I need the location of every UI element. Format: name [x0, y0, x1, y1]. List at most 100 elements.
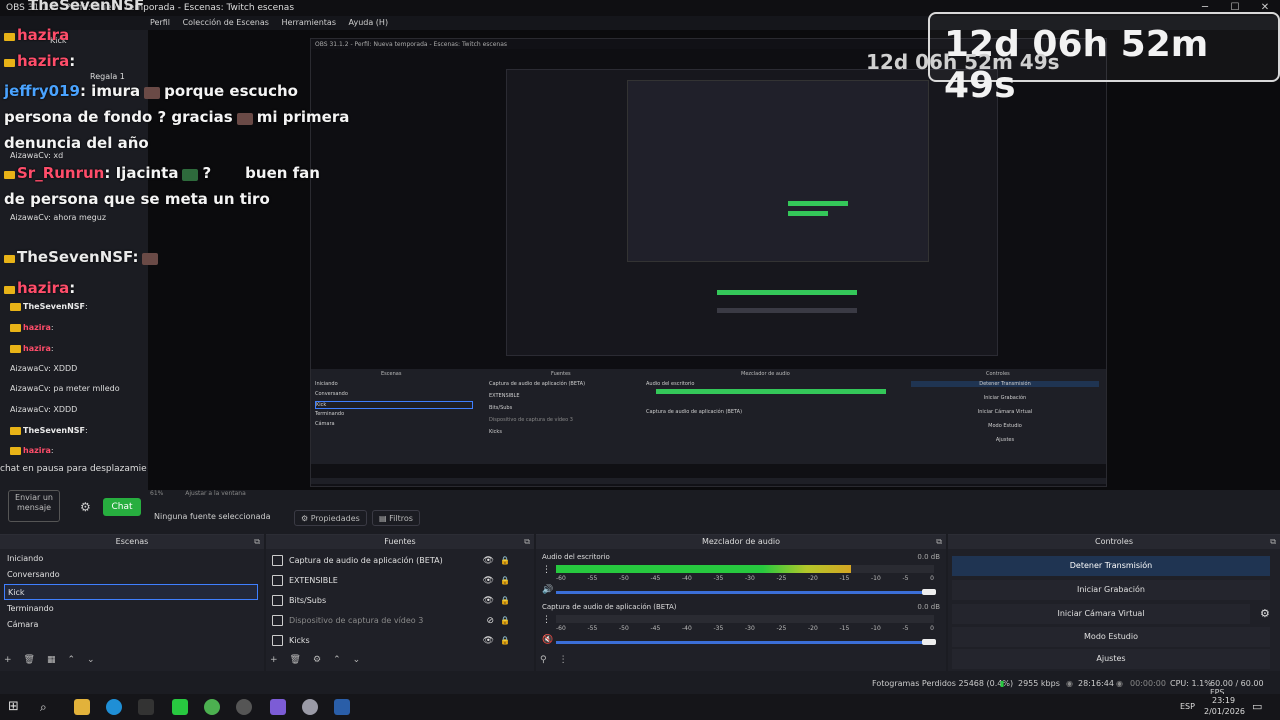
volume-slider-knob[interactable]: [922, 589, 936, 595]
nested-sources-title: Fuentes: [551, 371, 571, 377]
edge-icon[interactable]: [106, 699, 122, 715]
start-recording-button[interactable]: Iniciar Grabación: [952, 580, 1270, 600]
lock-icon[interactable]: 🔒: [500, 631, 510, 651]
mini-meter: [717, 308, 857, 313]
mixer-options-icon[interactable]: ⋮: [542, 565, 551, 575]
settings-button[interactable]: Ajustes: [952, 649, 1270, 669]
menu-item[interactable]: Ayuda (H): [349, 18, 389, 27]
gear-icon: ⚙: [301, 514, 311, 523]
undock-icon[interactable]: ⧉: [524, 535, 530, 549]
chat-gift: Regala 1: [90, 72, 125, 81]
signal-icon: ▮: [1000, 679, 1005, 688]
undock-icon[interactable]: ⧉: [1270, 535, 1276, 549]
scene-item-selected[interactable]: Kick: [4, 584, 258, 600]
eye-icon[interactable]: 👁: [483, 551, 494, 571]
nested-control: Ajustes: [995, 437, 1015, 443]
controls-dock: Controles ⧉ Detener Transmisión Iniciar G…: [948, 534, 1280, 671]
gear-icon[interactable]: ⚙: [313, 655, 321, 669]
nested-taskbar: [311, 464, 1106, 478]
volume-slider[interactable]: [556, 639, 936, 645]
chat-message-input[interactable]: Enviar un mensaje: [8, 490, 60, 522]
chat-small-line: TheSevenNSF:: [10, 302, 88, 311]
meter-scale: -60 -55 -50 -45 -40 -35 -30 -25 -20 -15 -10 -5 0: [556, 625, 934, 633]
filter-icon[interactable]: ▦: [47, 655, 56, 669]
windows-start-icon[interactable]: ⊞: [8, 699, 24, 715]
mixer-channel-label: Captura de audio de aplicación (BETA): [542, 603, 677, 611]
eye-icon[interactable]: 👁: [483, 571, 494, 591]
source-item[interactable]: Kicks 👁 🔒: [272, 631, 522, 651]
link-icon[interactable]: ⚲: [540, 655, 547, 669]
trash-icon[interactable]: 🗑: [24, 655, 35, 669]
controls-dock-header: Controles ⧉: [948, 535, 1280, 549]
emote-icon: [236, 113, 253, 125]
lock-icon[interactable]: 🔒: [500, 591, 510, 611]
language-indicator[interactable]: ESP: [1180, 702, 1195, 711]
chevron-down-icon[interactable]: ⌄: [353, 655, 361, 669]
live-time: 28:16:44: [1078, 679, 1114, 688]
sources-toolbar: + 🗑 ⚙ ⌃ ⌄: [270, 655, 360, 669]
chat-settings-gear-icon[interactable]: ⚙: [80, 500, 91, 514]
browser-icon: [272, 575, 283, 586]
app-icon[interactable]: [204, 699, 220, 715]
speaker-muted-icon[interactable]: 🔇: [542, 635, 553, 645]
source-item[interactable]: EXTENSIBLE 👁 🔒: [272, 571, 522, 591]
eye-icon[interactable]: 👁: [483, 631, 494, 651]
nested-scenes-title: Escenas: [381, 371, 402, 377]
lock-icon[interactable]: 🔒: [500, 611, 510, 631]
source-item[interactable]: Captura de audio de aplicación (BETA) 👁 🔒: [272, 551, 522, 571]
options-icon[interactable]: ⋮: [559, 655, 568, 669]
filters-button[interactable]: ▤ Filtros: [372, 510, 420, 526]
notification-icon[interactable]: ▭: [1252, 700, 1262, 713]
camera-icon: [272, 615, 283, 626]
no-source-selected: Ninguna fuente seleccionada: [154, 512, 271, 521]
scene-item[interactable]: Iniciando: [4, 551, 258, 567]
file-explorer-icon[interactable]: [74, 699, 90, 715]
chevron-up-icon[interactable]: ⌃: [68, 655, 76, 669]
taskbar: ⊞ ⌕ ESP 23:19 2/01/2026 ▭: [0, 694, 1280, 720]
eye-hidden-icon[interactable]: ⊘: [486, 611, 494, 631]
undock-icon[interactable]: ⧉: [254, 535, 260, 549]
gear-icon[interactable]: ⚙: [1260, 607, 1270, 620]
undock-icon[interactable]: ⧉: [936, 535, 942, 549]
nested-controls-title: Controles: [986, 371, 1010, 377]
app-icon[interactable]: [270, 699, 286, 715]
source-toolbar: Ninguna fuente seleccionada ⚙ Propiedade…: [148, 508, 1280, 528]
search-icon[interactable]: ⌕: [40, 699, 56, 715]
scene-item[interactable]: Cámara: [4, 617, 258, 633]
volume-slider-knob[interactable]: [922, 639, 936, 645]
lock-icon[interactable]: 🔒: [500, 571, 510, 591]
chevron-up-icon[interactable]: ⌃: [333, 655, 341, 669]
kick-icon[interactable]: [172, 699, 188, 715]
stop-streaming-button[interactable]: Detener Transmisión: [952, 556, 1270, 576]
chat-line: de persona que se meta un tiro: [4, 190, 270, 208]
chat-top-name: TheSevenNSF: [28, 0, 145, 14]
zoom-level[interactable]: 61%: [150, 490, 163, 497]
steam-icon[interactable]: [334, 699, 350, 715]
volume-slider[interactable]: [556, 589, 936, 595]
obs-icon[interactable]: [236, 699, 252, 715]
trash-icon[interactable]: 🗑: [290, 655, 301, 669]
app-icon[interactable]: [302, 699, 318, 715]
scene-item[interactable]: Terminando: [4, 601, 258, 617]
studio-mode-button[interactable]: Modo Estudio: [952, 627, 1270, 647]
mixer-channel-label: Audio del escritorio: [542, 553, 610, 561]
start-virtual-camera-button[interactable]: Iniciar Cámara Virtual: [952, 604, 1250, 624]
chat-send-button[interactable]: Chat: [103, 498, 141, 516]
mixer-options-icon[interactable]: ⋮: [542, 615, 551, 625]
add-icon[interactable]: +: [4, 655, 12, 669]
eye-icon[interactable]: 👁: [483, 591, 494, 611]
fit-to-window[interactable]: Ajustar a la ventana: [185, 490, 246, 497]
app-icon[interactable]: [138, 699, 154, 715]
volume-meter-level: [556, 565, 851, 573]
source-item[interactable]: Bits/Subs 👁 🔒: [272, 591, 522, 611]
mini-meter: [788, 211, 828, 216]
properties-button[interactable]: ⚙ Propiedades: [294, 510, 367, 526]
speaker-icon[interactable]: 🔊: [542, 585, 553, 595]
chat-line: TheSevenNSF:: [4, 248, 162, 266]
scene-item[interactable]: Conversando: [4, 567, 258, 583]
add-icon[interactable]: +: [270, 655, 278, 669]
chevron-down-icon[interactable]: ⌄: [87, 655, 95, 669]
lock-icon[interactable]: 🔒: [500, 551, 510, 571]
source-item[interactable]: Dispositivo de captura de vídeo 3 ⊘ 🔒: [272, 611, 522, 631]
nested-mixer-meter: [656, 389, 886, 394]
